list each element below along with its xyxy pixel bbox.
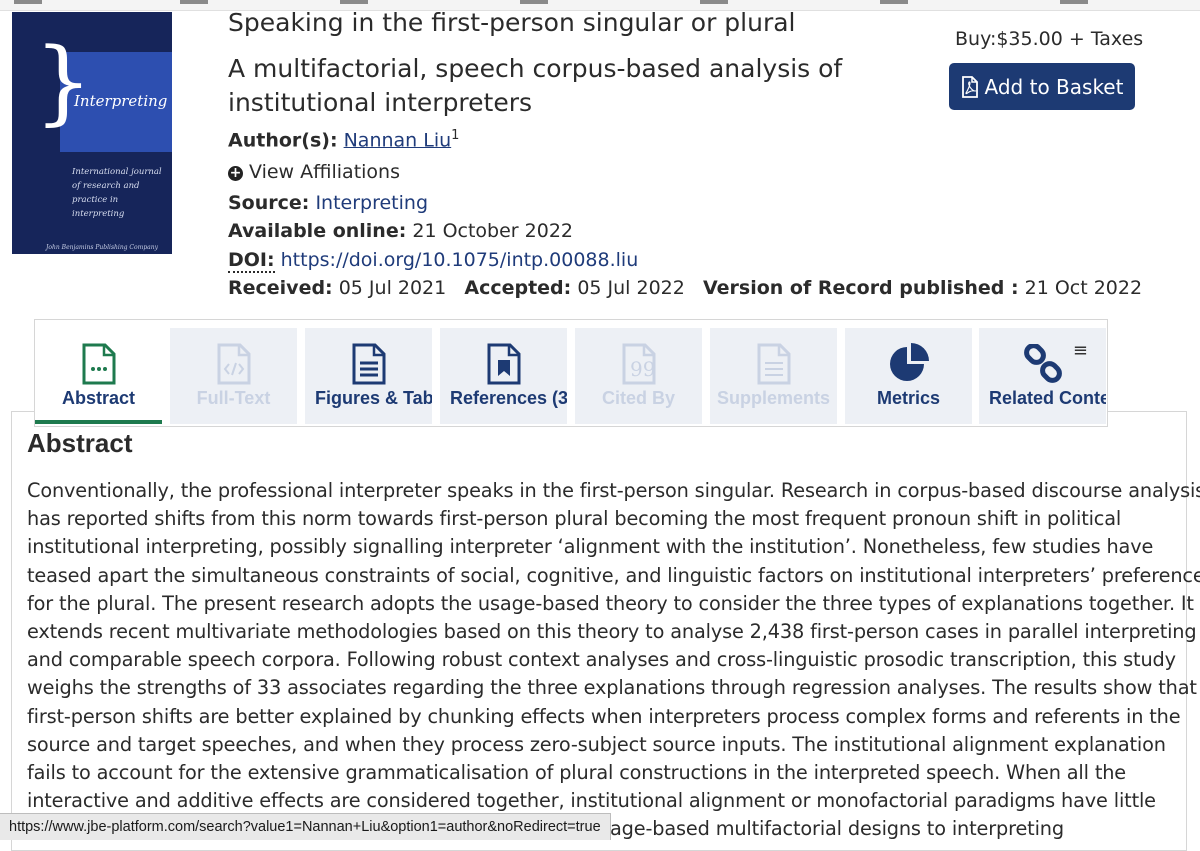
article-subtitle-line: A multifactorial, speech corpus-based an… (228, 54, 843, 83)
vor-value: 21 Oct 2022 (1024, 277, 1143, 299)
lines-doc-icon (710, 342, 837, 386)
cover-brace: } (34, 28, 93, 135)
doi-row: DOI: https://doi.org/10.1075/intp.00088.… (228, 249, 639, 273)
quote-icon: 99 (575, 342, 702, 386)
abstract-body: Conventionally, the professional interpr… (27, 477, 1200, 844)
abstract-line: source and target speeches, and when the… (27, 732, 1166, 756)
code-doc-icon (170, 342, 297, 386)
tab-label: Cited By (601, 388, 675, 408)
view-affiliations-toggle[interactable]: + View Affiliations (228, 161, 400, 183)
cover-publisher: John Benjamins Publishing Company (46, 244, 158, 251)
tab-references[interactable]: References (39) (440, 328, 567, 424)
pdf-file-icon (961, 75, 978, 98)
abstract-line: fails to account for the extensive gramm… (27, 761, 1127, 785)
available-label: Available online: (228, 220, 407, 242)
add-to-basket-button[interactable]: Add to Basket (949, 63, 1135, 110)
abstract-line: for the plural. The present research ado… (27, 591, 1194, 615)
tab-label: Metrics (876, 388, 941, 408)
tab-label: Figures & Tables (315, 388, 432, 408)
svg-text:99: 99 (630, 357, 655, 381)
source-label: Source: (228, 192, 310, 214)
cover-title: Interpreting (74, 92, 168, 110)
doi-label: DOI: (228, 249, 275, 273)
cover-subtitle: International journal of research and pr… (72, 167, 162, 219)
abstract-line: first-person shifts are better explained… (27, 704, 1181, 728)
available-online-row: Available online: 21 October 2022 (228, 220, 573, 242)
received-label: Received: (228, 277, 333, 299)
tab-related-content[interactable]: Related Content ≡ (979, 328, 1106, 424)
source-link[interactable]: Interpreting (315, 192, 428, 214)
tab-figures-tables[interactable]: Figures & Tables (305, 328, 432, 424)
add-to-basket-label: Add to Basket (984, 74, 1124, 99)
figures-doc-icon (305, 342, 432, 386)
abstract-line: teased apart the simultaneous constraint… (27, 563, 1200, 587)
pie-chart-icon (845, 342, 972, 386)
plus-circle-icon: + (228, 165, 243, 181)
abstract-line: institutional interpreting, possibly sig… (27, 535, 1154, 559)
view-affiliations-label: View Affiliations (249, 161, 400, 183)
abstract-line: Conventionally, the professional interpr… (27, 479, 1200, 502)
tab-abstract[interactable]: Abstract (35, 328, 162, 424)
article-title: Speaking in the first-person singular or… (228, 8, 796, 37)
abstract-heading: Abstract (27, 428, 133, 458)
accepted-label: Accepted: (464, 277, 572, 299)
dates-row: Received: 05 Jul 2021 Accepted: 05 Jul 2… (228, 277, 1142, 299)
accepted-value: 05 Jul 2022 (577, 277, 685, 299)
abstract-line: and comparable speech corpora. Following… (27, 648, 1176, 672)
tab-label: Full-Text (196, 388, 271, 408)
abstract-doc-icon (35, 342, 162, 386)
source-row: Source: Interpreting (228, 192, 428, 214)
price-text: Buy:$35.00 + Taxes (955, 28, 1144, 50)
tab-label: Abstract (61, 388, 136, 408)
journal-cover[interactable]: } Interpreting International journal of … (12, 12, 172, 254)
author-link[interactable]: Nannan Liu (344, 129, 452, 151)
tab-full-text[interactable]: Full-Text (170, 328, 297, 424)
received-value: 05 Jul 2021 (338, 277, 447, 299)
tab-label: References (39) (450, 388, 567, 408)
tab-supplements[interactable]: Supplements (710, 328, 837, 424)
tab-label: Supplements (716, 388, 831, 408)
abstract-line: extends recent multivariate methodologie… (27, 620, 1197, 644)
article-subtitle: A multifactorial, speech corpus-based an… (228, 52, 848, 120)
authors-label: Author(s): (228, 129, 338, 152)
browser-status-url: https://www.jbe-platform.com/search?valu… (0, 813, 611, 840)
tab-cited-by[interactable]: 99 Cited By (575, 328, 702, 424)
article-subtitle-line: institutional interpreters (228, 88, 533, 117)
available-value: 21 October 2022 (412, 220, 574, 242)
vor-label: Version of Record published : (702, 277, 1019, 299)
bookmark-doc-icon (440, 342, 567, 386)
tab-metrics[interactable]: Metrics (845, 328, 972, 424)
menu-icon[interactable]: ≡ (1073, 340, 1088, 361)
abstract-line: weighs the strengths of 33 associates re… (27, 676, 1197, 700)
abstract-line: has reported shifts from this norm towar… (27, 507, 1122, 531)
article-header: Speaking in the first-person singular or… (228, 6, 848, 120)
authors-row: Author(s): Nannan Liu1 (228, 128, 459, 151)
article-tabs: Abstract Full-Text Figures & Tables Refe… (34, 319, 1108, 427)
tab-label: Related Content (989, 388, 1106, 408)
abstract-line: interactive and additive effects are con… (27, 789, 1156, 813)
doi-link[interactable]: https://doi.org/10.1075/intp.00088.liu (281, 249, 639, 271)
author-affiliation-sup: 1 (451, 128, 460, 143)
